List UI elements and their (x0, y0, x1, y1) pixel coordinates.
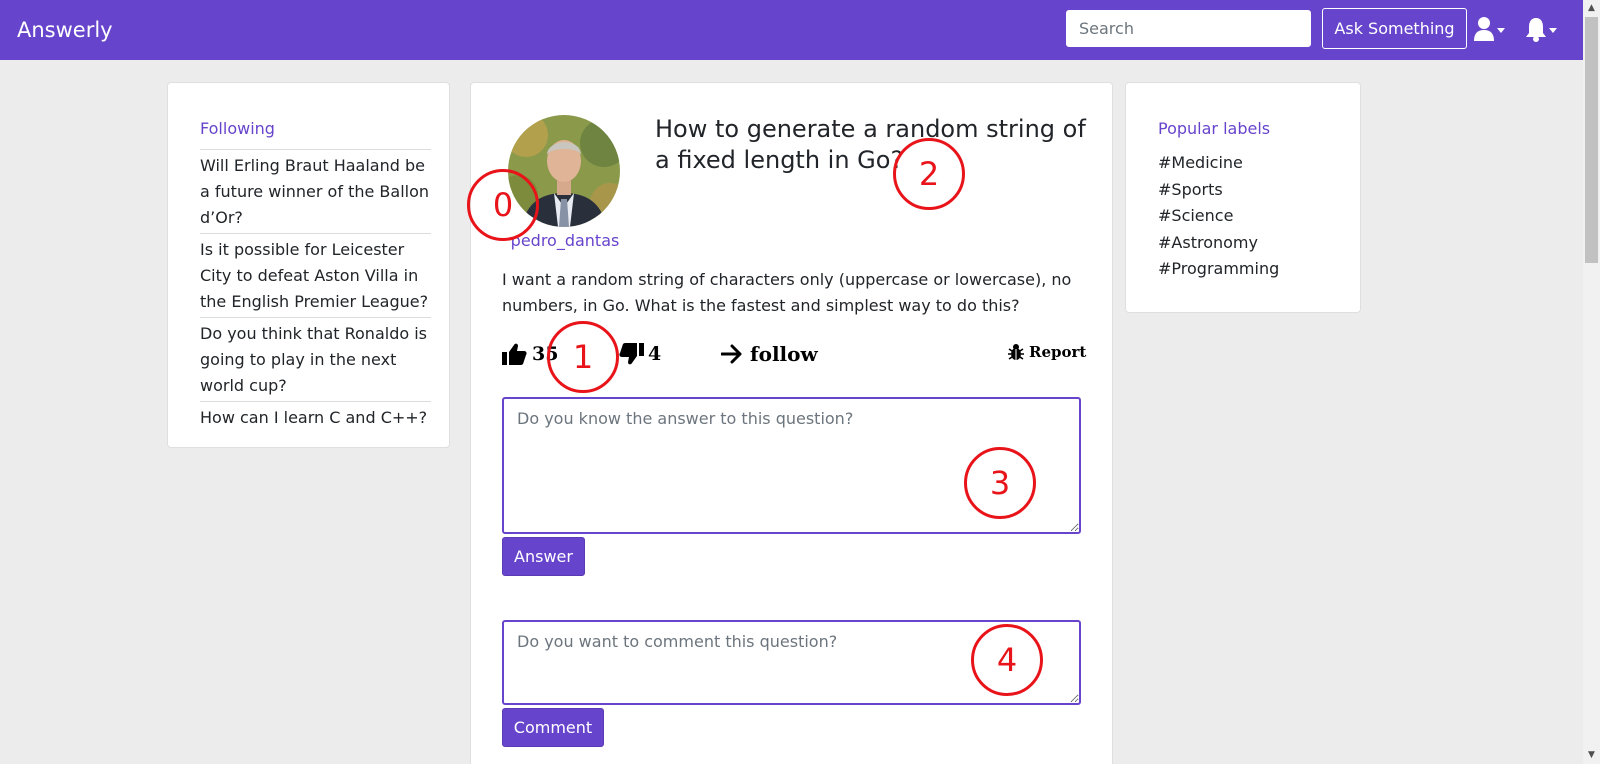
following-item[interactable]: Do you think that Ronaldo is going to pl… (200, 317, 431, 401)
annotation-mark-1: 1 (547, 321, 619, 393)
annotation-mark-0: 0 (467, 169, 539, 241)
follow-label: follow (750, 342, 818, 366)
thumbs-up-icon (502, 343, 527, 365)
chevron-down-icon (1549, 28, 1557, 33)
following-card: Following Will Erling Braut Haaland be a… (167, 82, 450, 448)
navbar: Answerly Ask Something (0, 0, 1583, 60)
ask-something-button[interactable]: Ask Something (1322, 8, 1467, 49)
question-author[interactable]: pedro_dantas (510, 230, 620, 252)
report-label: Report (1029, 343, 1087, 361)
chevron-down-icon (1497, 28, 1505, 33)
report-question-link[interactable]: Report (1007, 340, 1086, 364)
following-item[interactable]: Will Erling Braut Haaland be a future wi… (200, 149, 431, 233)
bug-icon (1008, 344, 1024, 360)
bell-icon (1526, 18, 1557, 42)
following-list: Will Erling Braut Haaland be a future wi… (200, 149, 431, 433)
question-body: I want a random string of characters onl… (502, 270, 1072, 315)
label-tag[interactable]: #Sports (1158, 177, 1279, 204)
label-tag[interactable]: #Medicine (1158, 150, 1279, 177)
brand-logo[interactable]: Answerly (17, 16, 113, 44)
following-item[interactable]: How can I learn C and C++? (200, 401, 431, 433)
user-icon (1474, 17, 1505, 41)
annotation-mark-2: 2 (893, 138, 965, 210)
annotation-mark-3: 3 (964, 447, 1036, 519)
comment-button[interactable]: Comment (502, 708, 604, 747)
page-scrollbar[interactable]: ▲ ▼ (1583, 0, 1600, 764)
search-input[interactable] (1066, 10, 1311, 47)
follow-question-link[interactable]: follow (721, 339, 818, 369)
downvote-button[interactable]: 4 (618, 339, 661, 369)
popular-labels-card: Popular labels #Medicine #Sports #Scienc… (1125, 82, 1361, 313)
question-title: How to generate a random string of a fix… (655, 115, 1086, 174)
label-tag[interactable]: #Science (1158, 203, 1279, 230)
label-tag[interactable]: #Programming (1158, 256, 1279, 283)
following-item[interactable]: Is it possible for Leicester City to def… (200, 233, 431, 317)
thumbs-down-icon (619, 343, 644, 365)
popular-labels-heading: Popular labels (1158, 119, 1271, 138)
scroll-thumb[interactable] (1585, 17, 1598, 263)
answer-button[interactable]: Answer (502, 537, 585, 576)
user-menu-dropdown[interactable] (1473, 16, 1509, 44)
scroll-up-arrow[interactable]: ▲ (1583, 0, 1600, 17)
annotation-mark-4: 4 (971, 624, 1043, 696)
label-tag[interactable]: #Astronomy (1158, 230, 1279, 257)
scroll-down-arrow[interactable]: ▼ (1583, 747, 1600, 764)
popular-labels-list: #Medicine #Sports #Science #Astronomy #P… (1158, 150, 1279, 283)
following-heading: Following (200, 119, 275, 138)
arrow-right-icon (721, 344, 742, 364)
notifications-dropdown[interactable] (1525, 16, 1561, 44)
downvote-count: 4 (648, 343, 662, 365)
